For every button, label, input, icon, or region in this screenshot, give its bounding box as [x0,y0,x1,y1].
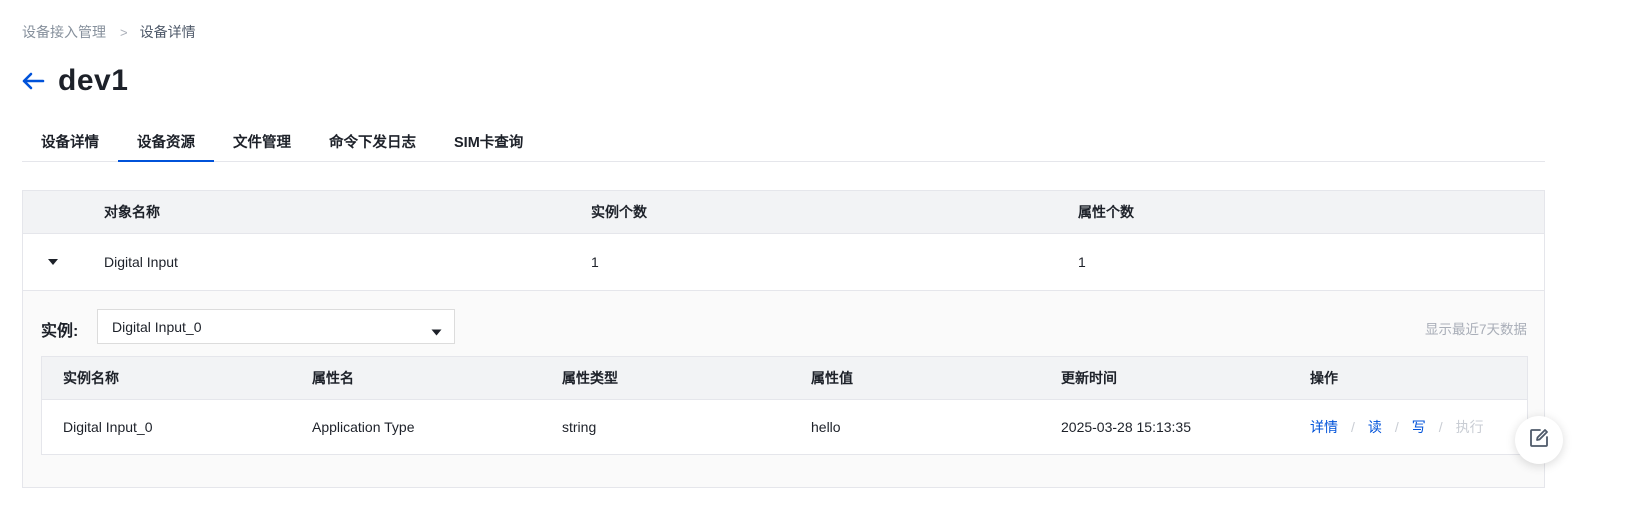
feedback-button[interactable] [1515,416,1563,464]
attribute-count: 1 [1078,254,1086,270]
attribute-table-header: 实例名称 属性名 属性类型 属性值 更新时间 操作 [42,357,1527,400]
tab-device-details[interactable]: 设备详情 [22,122,118,161]
header-actions: 操作 [1310,370,1338,386]
write-link[interactable]: 写 [1412,417,1426,437]
title-row: dev1 [20,64,128,98]
instance-label: 实例: [41,323,79,340]
instance-select-value: Digital Input_0 [112,318,202,335]
tab-command-log[interactable]: 命令下发日志 [310,122,435,161]
action-separator: / [1438,419,1443,435]
action-links: 详情 / 读 / 写 / 执行 [1310,417,1484,437]
tab-device-resources[interactable]: 设备资源 [118,122,214,162]
breadcrumb-current: 设备详情 [139,24,196,40]
header-attribute-value: 属性值 [811,370,853,386]
cell-instance-name: Digital Input_0 [63,419,153,435]
cell-update-time: 2025-03-28 15:13:35 [1061,419,1191,435]
instance-count: 1 [591,254,599,270]
table-row: Digital Input 1 1 [23,234,1544,291]
header-instance-name: 实例名称 [63,370,119,386]
tab-file-management[interactable]: 文件管理 [214,122,310,161]
expanded-instance-panel: 实例: Digital Input_0 显示最近7天数据 实例名称 属性名 属性… [23,291,1544,487]
read-link[interactable]: 读 [1368,417,1382,437]
cell-attribute-type: string [562,419,597,435]
action-separator: / [1394,419,1399,435]
chevron-down-icon [431,323,442,339]
breadcrumb-separator: > [120,24,128,40]
detail-link[interactable]: 详情 [1310,417,1338,437]
instance-select[interactable]: Digital Input_0 [97,309,455,344]
edit-icon [1528,427,1550,454]
header-update-time: 更新时间 [1061,370,1117,386]
header-attribute-type: 属性类型 [562,370,618,386]
breadcrumb: 设备接入管理 > 设备详情 [22,22,196,42]
header-attribute-name: 属性名 [312,370,354,386]
header-instance-count: 实例个数 [591,204,647,220]
arrow-left-icon[interactable] [20,68,46,94]
tab-bar: 设备详情 设备资源 文件管理 命令下发日志 SIM卡查询 [22,122,1545,162]
cell-attribute-name: Application Type [312,419,415,435]
object-table: 对象名称 实例个数 属性个数 Digital Input 1 1 实例: Dig… [22,190,1545,488]
action-separator: / [1351,419,1355,435]
object-table-header: 对象名称 实例个数 属性个数 [23,191,1544,234]
tab-sim-query[interactable]: SIM卡查询 [435,122,542,161]
header-attribute-count: 属性个数 [1078,204,1134,220]
table-row: Digital Input_0 Application Type string … [42,400,1527,454]
attribute-table: 实例名称 属性名 属性类型 属性值 更新时间 操作 Digital Input_… [41,356,1528,455]
recent-data-note: 显示最近7天数据 [1424,322,1527,337]
cell-attribute-value: hello [811,419,841,435]
breadcrumb-parent-link[interactable]: 设备接入管理 [22,22,106,42]
header-object-name: 对象名称 [104,204,160,220]
caret-down-icon[interactable] [45,254,61,270]
page-title: dev1 [58,64,129,97]
execute-link[interactable]: 执行 [1456,417,1484,437]
object-name: Digital Input [104,254,178,270]
